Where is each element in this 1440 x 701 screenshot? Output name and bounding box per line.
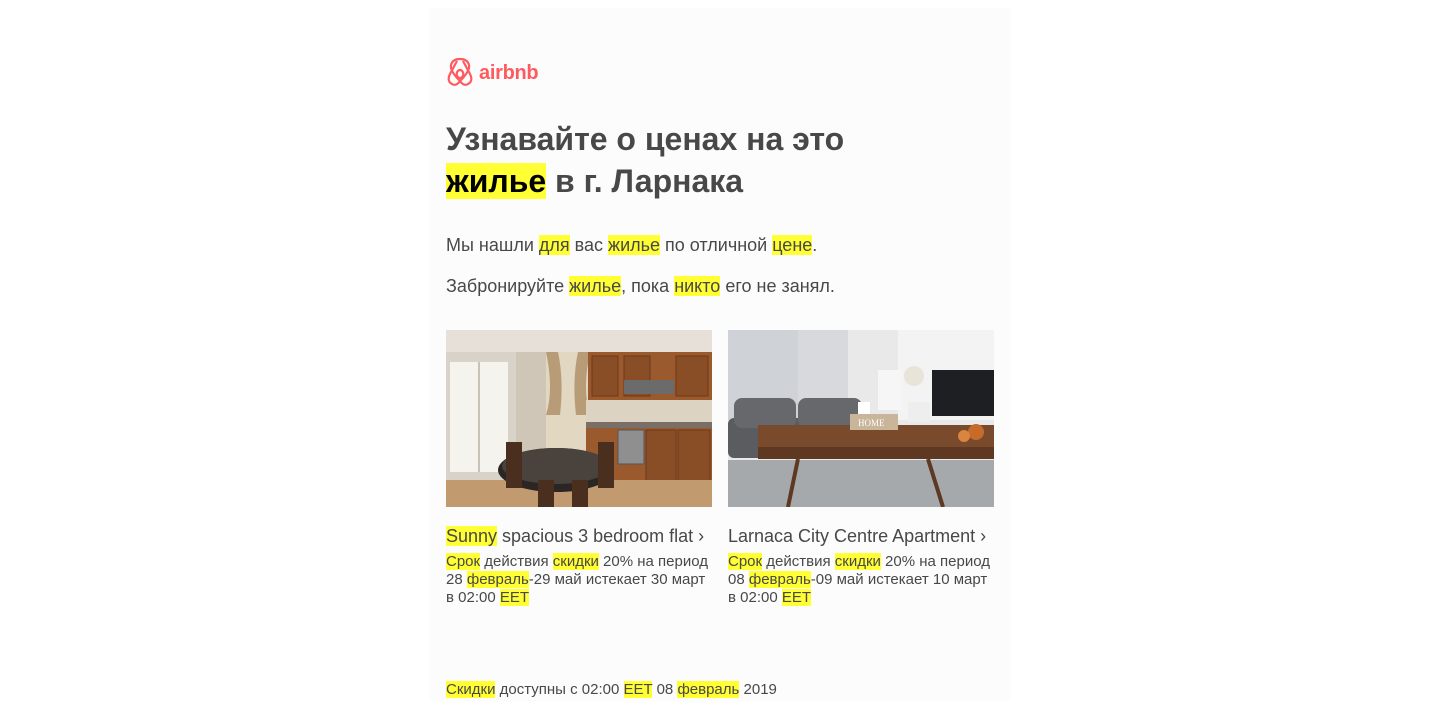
listing-discount-text: Срок действия скидки 20% на период 08 фе… <box>728 553 994 607</box>
highlighted-word: никто <box>674 276 721 296</box>
listing-title-link[interactable]: Sunny spacious 3 bedroom flat › <box>446 524 712 548</box>
desc-text: действия <box>762 553 835 570</box>
highlighted-word: скидки <box>834 553 881 570</box>
footer-text: 2019 <box>739 681 777 698</box>
intro-text: его не занял. <box>720 276 835 296</box>
email-body: airbnb Узнавайте о ценах на это жилье в … <box>430 8 1010 701</box>
intro-text: Забронируйте <box>446 276 570 296</box>
listing-title-highlight: Sunny <box>446 526 498 546</box>
intro-text: Мы нашли <box>446 235 539 255</box>
highlighted-word: Срок <box>446 553 481 570</box>
title-line-1: Узнавайте о ценах на это <box>446 121 845 157</box>
airbnb-wordmark: airbnb <box>479 62 539 84</box>
intro-text: по отличной <box>660 235 773 255</box>
highlighted-word: февраль <box>677 681 740 698</box>
listing-photo[interactable] <box>446 330 712 507</box>
highlighted-word: скидки <box>552 553 599 570</box>
highlighted-word: EET <box>781 589 812 606</box>
highlighted-word: февраль <box>466 571 529 588</box>
listing-card: HOME Larnaca City Centre Apartment › Сро… <box>728 330 994 607</box>
highlighted-word: Срок <box>728 553 763 570</box>
footer-text: доступны с 02:00 <box>495 681 624 698</box>
listing-card: Sunny spacious 3 bedroom flat › Срок дей… <box>446 330 712 607</box>
airbnb-logo[interactable]: airbnb <box>446 56 539 91</box>
page-title: Узнавайте о ценах на это жилье в г. Ларн… <box>446 118 986 202</box>
listing-title: Larnaca City Centre Apartment › <box>728 526 987 546</box>
highlighted-word: цене <box>772 235 813 255</box>
svg-text:HOME: HOME <box>858 418 885 428</box>
listing-title-link[interactable]: Larnaca City Centre Apartment › <box>728 524 994 548</box>
listing-discount-text: Срок действия скидки 20% на период 28 фе… <box>446 553 712 607</box>
intro-text: вас <box>569 235 609 255</box>
living-room-photo: HOME <box>728 330 994 507</box>
highlighted-word: февраль <box>748 571 811 588</box>
title-highlight: жилье <box>446 163 547 199</box>
title-line-2: в г. Ларнака <box>546 163 744 199</box>
footer-text: 08 <box>652 681 678 698</box>
intro-paragraph-2: Забронируйте жилье, пока никто его не за… <box>446 274 835 298</box>
footer-discount-note: Скидки доступны с 02:00 EET 08 февраль 2… <box>446 681 777 699</box>
highlighted-word: EET <box>499 589 530 606</box>
intro-text: . <box>812 235 818 255</box>
listing-photo[interactable]: HOME <box>728 330 994 507</box>
highlighted-word: жилье <box>608 235 661 255</box>
desc-text: действия <box>480 553 553 570</box>
highlighted-word: Скидки <box>446 681 496 698</box>
intro-text: , пока <box>621 276 675 296</box>
intro-paragraph-1: Мы нашли для вас жилье по отличной цене. <box>446 233 817 257</box>
highlighted-word: для <box>538 235 570 255</box>
highlighted-word: жилье <box>569 276 622 296</box>
airbnb-belo-icon <box>446 56 474 91</box>
kitchen-dining-photo <box>446 330 712 507</box>
highlighted-word: EET <box>623 681 653 698</box>
listing-title: spacious 3 bedroom flat › <box>497 526 705 546</box>
